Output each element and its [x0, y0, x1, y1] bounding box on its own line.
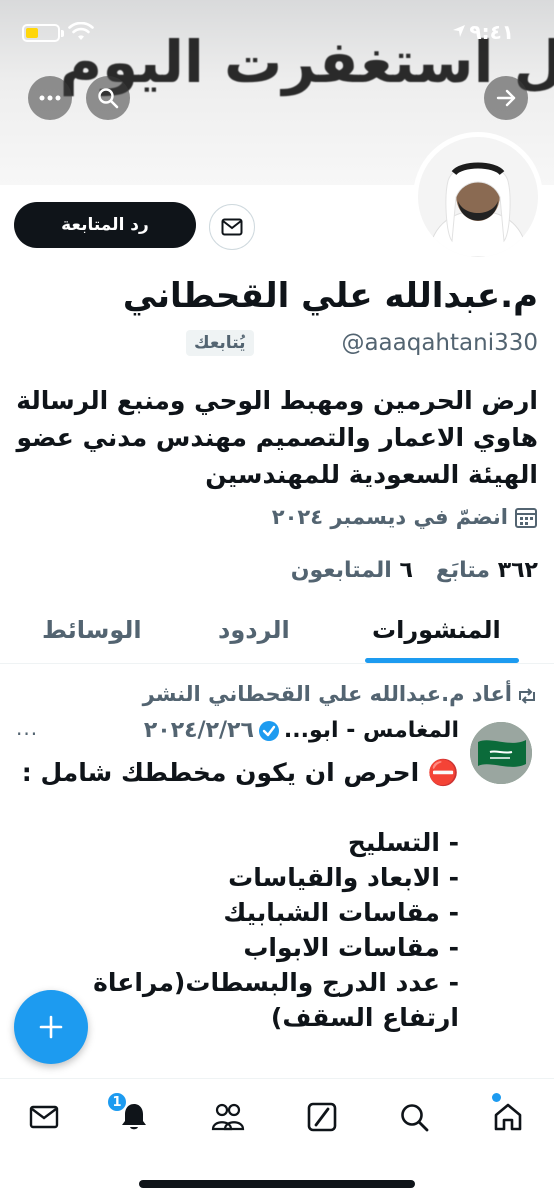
nav-messages[interactable] — [26, 1099, 62, 1135]
home-icon — [494, 1103, 522, 1131]
verified-badge-icon — [258, 720, 279, 741]
more-icon — [39, 95, 61, 101]
tab-media[interactable]: الوسائط — [42, 616, 142, 644]
joined-date: انضمّ في ديسمبر ٢٠٢٤ — [272, 505, 538, 529]
profile-stats: ٣٦٢ متابَع ٦ المتابعون — [291, 558, 538, 583]
search-button[interactable] — [86, 76, 130, 120]
tab-replies[interactable]: الردود — [218, 616, 290, 644]
profile-name: م.عبدالله علي القحطاني — [122, 276, 538, 316]
battery-icon — [22, 24, 60, 42]
profile-handle: @aaaqahtani330 — [341, 330, 538, 356]
nav-search[interactable] — [396, 1099, 432, 1135]
nav-home[interactable] — [490, 1099, 526, 1135]
profile-tabs: المنشورات الردود الوسائط — [0, 600, 554, 664]
search-icon — [401, 1104, 429, 1132]
people-icon — [211, 1103, 245, 1131]
calendar-icon — [515, 508, 537, 528]
following-stat[interactable]: ٣٦٢ متابَع — [436, 558, 538, 583]
arrow-right-icon — [496, 89, 516, 107]
post-more-button[interactable]: ··· — [16, 722, 38, 746]
post-author-name[interactable]: المغامس - ابو... — [284, 718, 459, 743]
joined-text: انضمّ في ديسمبر ٢٠٢٤ — [271, 505, 508, 529]
location-arrow-icon — [453, 25, 465, 37]
search-icon — [98, 88, 119, 109]
home-unread-dot — [492, 1093, 501, 1102]
active-tab-indicator — [365, 658, 519, 663]
post-header: المغامس - ابو... ٢٠٢٤/٢/٢٦ — [144, 718, 459, 743]
profile-bio: ارض الحرمين ومهبط الوحي ومنبع الرسالة ها… — [16, 386, 538, 489]
post-date[interactable]: ٢٠٢٤/٢/٢٦ — [144, 718, 254, 743]
nav-communities[interactable] — [210, 1099, 246, 1135]
tab-posts[interactable]: المنشورات — [372, 616, 501, 644]
plus-icon — [39, 1015, 63, 1039]
nav-grok[interactable] — [304, 1099, 340, 1135]
wifi-icon — [68, 22, 94, 40]
status-bar: ٩:٤١ — [0, 0, 554, 64]
compose-post-button[interactable] — [14, 990, 88, 1064]
follows-you-badge: يُتابعك — [186, 330, 254, 356]
repost-label: أعاد م.عبدالله علي القحطاني النشر — [142, 682, 512, 706]
message-button[interactable] — [209, 204, 255, 250]
back-button[interactable] — [484, 76, 528, 120]
status-time: ٩:٤١ — [469, 20, 514, 44]
unfollow-button[interactable]: رد المتابعة — [14, 202, 196, 248]
profile-avatar[interactable] — [413, 132, 543, 262]
saudi-flag-image — [470, 722, 532, 784]
followers-stat[interactable]: ٦ المتابعون — [291, 558, 413, 583]
avatar-image — [418, 137, 538, 257]
envelope-icon — [221, 218, 243, 236]
repost-icon — [519, 688, 535, 704]
notifications-badge: 1 — [106, 1091, 128, 1113]
more-options-button[interactable] — [28, 76, 72, 120]
grok-icon — [307, 1102, 337, 1132]
post-author-avatar[interactable] — [470, 722, 532, 784]
home-indicator — [139, 1180, 415, 1188]
envelope-icon — [29, 1105, 59, 1129]
